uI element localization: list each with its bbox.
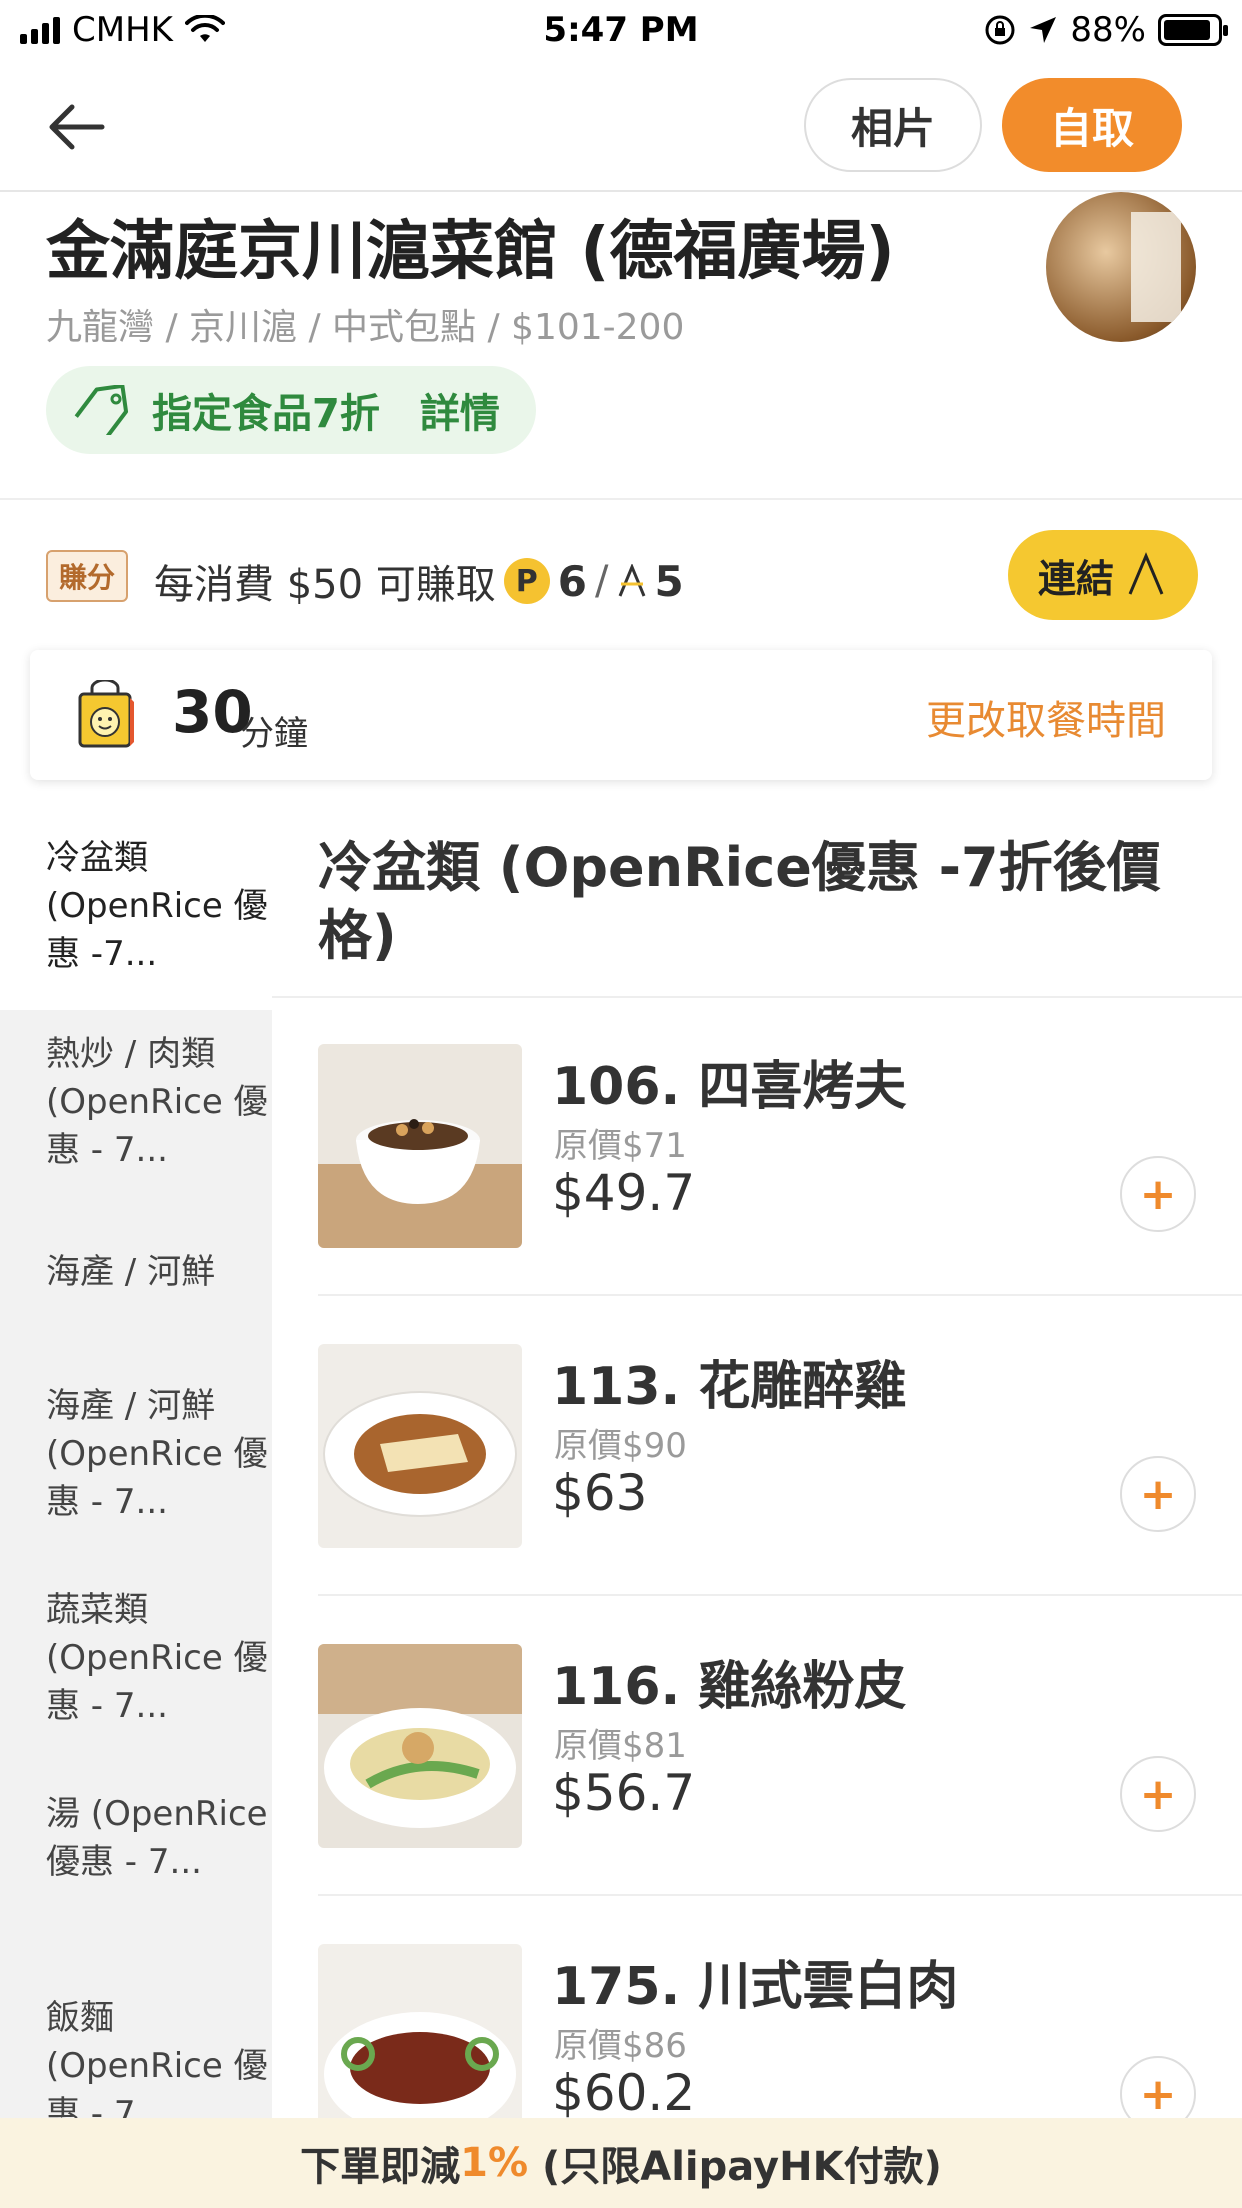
photos-button[interactable]: 相片 — [804, 78, 982, 172]
add-item-button[interactable]: + — [1120, 1456, 1196, 1532]
item-price: $49.7 — [552, 1164, 696, 1222]
banner-percent: 1% — [460, 2140, 529, 2186]
battery-icon — [1158, 14, 1228, 46]
earn-points-info: 每消費 $50 可賺取 P 6 / 5 — [154, 552, 684, 610]
sidebar-item-rice-noodles[interactable]: 飯麵 (OpenRice 優惠 - 7... — [0, 1994, 272, 2138]
points-separator: / — [595, 558, 609, 604]
battery-percent: 88% — [1070, 10, 1146, 50]
sidebar-item-vegetables[interactable]: 蔬菜類 (OpenRice 優惠 - 7... — [0, 1586, 272, 1730]
p-points-value: 6 — [557, 556, 588, 606]
asia-miles-logo-icon — [1128, 552, 1164, 595]
link-account-button[interactable]: 連結 — [1008, 530, 1198, 620]
item-price: $63 — [552, 1464, 648, 1522]
item-price: $56.7 — [552, 1764, 696, 1822]
sidebar-item-stir-fry[interactable]: 熱炒 / 肉類 (OpenRice 優惠 - 7... — [0, 1030, 272, 1174]
status-right: 88% — [984, 10, 1228, 50]
change-pickup-time-link[interactable]: 更改取餐時間 — [926, 688, 1166, 746]
category-sidebar: 冷盆類 (OpenRice 優惠 -7... 熱炒 / 肉類 (OpenRice… — [0, 808, 272, 2208]
pickup-time-unit: 分鐘 — [240, 714, 308, 754]
dish-photo — [318, 1644, 522, 1848]
earn-points-badge: 賺分 — [46, 550, 128, 602]
sidebar-item-label: 海產 / 河鮮 (OpenRice 優惠 - 7... — [46, 1386, 268, 1522]
item-price: $60.2 — [552, 2064, 696, 2122]
category-title: 冷盆類 (OpenRice優惠 -7折後價格) — [318, 836, 1161, 967]
sidebar-item-label: 飯麵 (OpenRice 優惠 - 7... — [46, 1998, 268, 2134]
promo-details-link[interactable]: 詳情 — [420, 381, 500, 439]
dish-photo — [318, 1344, 522, 1548]
add-item-button[interactable]: + — [1120, 1156, 1196, 1232]
pickup-button[interactable]: 自取 — [1002, 78, 1182, 172]
bag-icon — [78, 680, 134, 748]
item-original-price: 原價$90 — [554, 1426, 687, 1466]
banner-prefix: 下單即減 — [300, 2144, 461, 2190]
item-original-price: 原價$81 — [554, 1726, 687, 1766]
back-button[interactable] — [40, 92, 120, 162]
item-original-price: 原價$71 — [554, 1126, 687, 1166]
asia-miles-value: 5 — [654, 556, 684, 606]
pickup-time-card: 30 分鐘 更改取餐時間 — [30, 650, 1212, 780]
sidebar-item-seafood[interactable]: 海產 / 河鮮 — [0, 1248, 272, 1296]
tag-icon — [74, 385, 129, 435]
restaurant-name: 金滿庭京川滬菜館 (德福廣場) — [46, 215, 895, 289]
dish-photo — [318, 1044, 522, 1248]
status-bar: CMHK 5:47 PM 88% — [0, 0, 1242, 62]
item-name: 106. 四喜烤夫 — [552, 1057, 907, 1117]
back-arrow-icon — [49, 104, 105, 150]
asia-miles-icon — [618, 564, 645, 597]
restaurant-logo — [1046, 192, 1196, 342]
add-item-button[interactable]: + — [1120, 1756, 1196, 1832]
menu-item[interactable]: 106. 四喜烤夫 原價$71 $49.7 + — [318, 996, 1242, 1296]
sidebar-item-seafood-promo[interactable]: 海產 / 河鮮 (OpenRice 優惠 - 7... — [0, 1382, 272, 1526]
link-label: 連結 — [1037, 556, 1114, 601]
promo-text: 指定食品7折 — [152, 391, 380, 437]
sidebar-item-cold-dishes[interactable]: 冷盆類 (OpenRice 優惠 -7... — [0, 808, 272, 1010]
item-name: 175. 川式雲白肉 — [552, 1957, 959, 2017]
sidebar-item-label: 海產 / 河鮮 — [46, 1252, 216, 1292]
payment-promo-banner: 下單即減 1% (只限AlipayHK付款) — [0, 2118, 1242, 2208]
sidebar-item-label: 熱炒 / 肉類 (OpenRice 優惠 - 7... — [46, 1034, 268, 1170]
banner-suffix: (只限AlipayHK付款) — [528, 2144, 942, 2190]
item-name: 113. 花雕醉雞 — [552, 1357, 907, 1417]
item-original-price: 原價$86 — [554, 2026, 687, 2066]
sidebar-item-label: 湯 (OpenRice 優惠 - 7... — [46, 1794, 268, 1882]
sidebar-item-label: 蔬菜類 (OpenRice 優惠 - 7... — [46, 1590, 268, 1726]
sidebar-item-soup[interactable]: 湯 (OpenRice 優惠 - 7... — [0, 1790, 272, 1886]
restaurant-meta: 九龍灣 / 京川滬 / 中式包點 / $101-200 — [46, 307, 685, 348]
menu-item[interactable]: 113. 花雕醉雞 原價$90 $63 + — [318, 1296, 1242, 1596]
divider — [0, 498, 1242, 500]
item-name: 116. 雞絲粉皮 — [552, 1657, 907, 1717]
menu-item[interactable]: 116. 雞絲粉皮 原價$81 $56.7 + — [318, 1596, 1242, 1896]
top-nav: 相片 自取 — [0, 62, 1242, 192]
p-coin-icon: P — [503, 558, 550, 604]
location-arrow-icon — [1030, 17, 1057, 43]
sidebar-item-label: 冷盆類 (OpenRice 優惠 -7... — [46, 838, 268, 974]
orientation-lock-icon — [985, 15, 1015, 45]
promo-chip[interactable]: 指定食品7折 詳情 — [46, 366, 536, 454]
earn-points-text: 每消費 $50 可賺取 — [154, 562, 496, 608]
